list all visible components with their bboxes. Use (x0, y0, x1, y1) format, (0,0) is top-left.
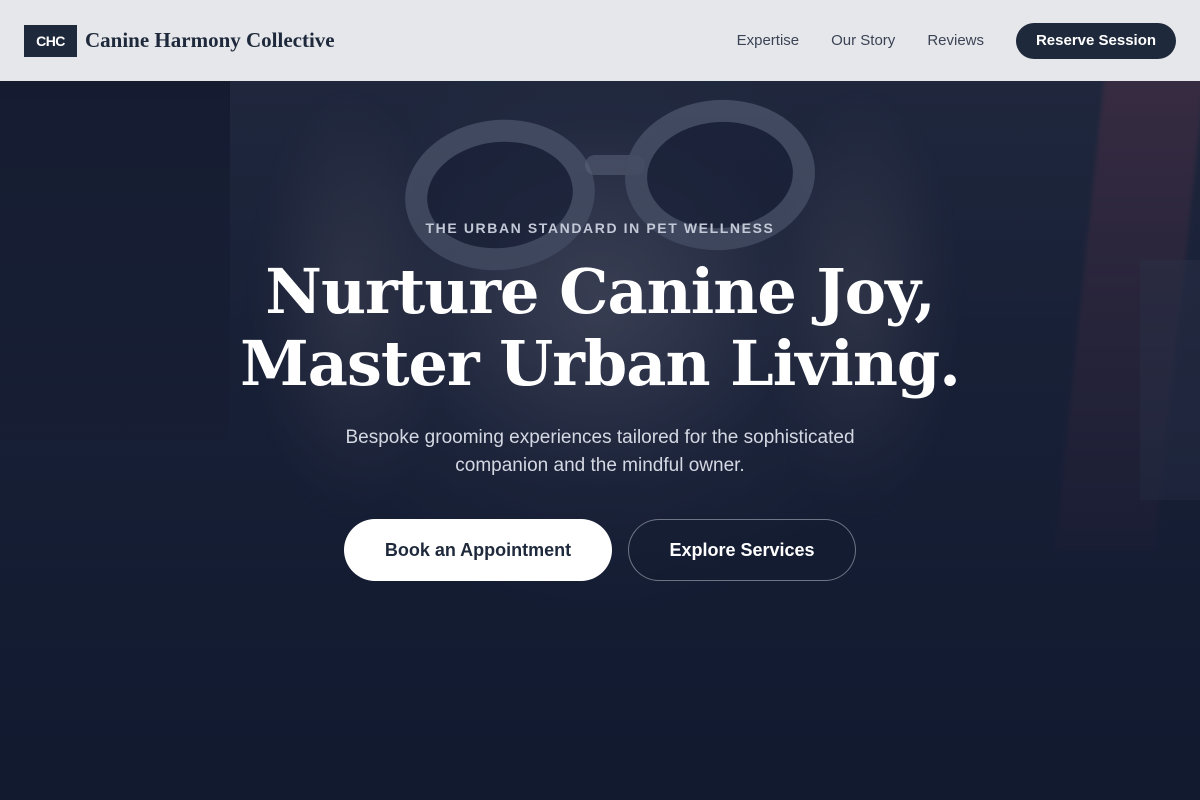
hero-section: THE URBAN STANDARD IN PET WELLNESS Nurtu… (0, 0, 1200, 800)
explore-services-button[interactable]: Explore Services (628, 519, 856, 581)
subtext-line-1: Bespoke grooming experiences tailored fo… (345, 427, 855, 448)
hero-eyebrow: THE URBAN STANDARD IN PET WELLNESS (425, 220, 775, 236)
hero-headline: Nurture Canine Joy, Master Urban Living. (0, 256, 1200, 400)
hero-subtext: Bespoke grooming experiences tailored fo… (300, 424, 900, 480)
book-appointment-button[interactable]: Book an Appointment (344, 519, 612, 581)
headline-line-1: Nurture Canine Joy, (265, 255, 935, 328)
hero-cta-row: Book an Appointment Explore Services (0, 519, 1200, 581)
subtext-line-2: companion and the mindful owner. (455, 455, 745, 476)
headline-line-2: Master Urban Living. (240, 327, 961, 400)
